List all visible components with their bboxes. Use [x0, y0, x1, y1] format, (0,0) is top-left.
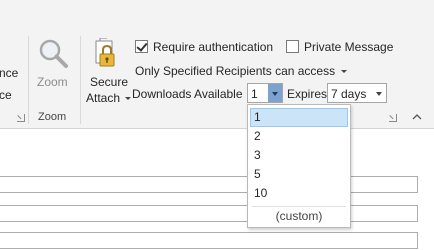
chevron-down-icon — [341, 70, 348, 74]
zoom-button[interactable]: Zoom — [34, 38, 74, 94]
secure-attach-label-line2: Attach — [86, 91, 121, 105]
checkbox-icon — [135, 40, 148, 53]
downloads-available-value: 1 — [251, 87, 258, 101]
downloads-options-menu: 1 2 3 5 10 (custom) — [247, 104, 351, 228]
group-launcher-icon[interactable] — [389, 114, 397, 122]
recipients-access-label: Only Specified Recipients can access — [135, 64, 336, 78]
truncated-ribbon-label-1[interactable]: nce — [0, 66, 18, 80]
zoom-button-label: Zoom — [37, 75, 68, 89]
menu-item-option-1[interactable]: 1 — [250, 108, 348, 127]
require-authentication-label: Require authentication — [153, 40, 274, 54]
recipients-access-dropdown[interactable]: Only Specified Recipients can access — [135, 64, 348, 78]
menu-item-option-3[interactable]: 3 — [250, 146, 348, 165]
padlock-attachment-icon — [95, 38, 115, 67]
expires-value: 7 days — [331, 87, 367, 101]
secure-attach-label-line1: Secure — [90, 75, 129, 89]
menu-item-option-2[interactable]: 2 — [250, 127, 348, 146]
message-field[interactable] — [0, 205, 418, 222]
collapse-ribbon-icon[interactable] — [412, 113, 422, 121]
expires-label: Expires — [287, 87, 328, 101]
secure-attach-button[interactable]: Secure Attach — [84, 38, 132, 106]
menu-item-option-5[interactable]: 5 — [250, 165, 348, 184]
checkmark-icon — [136, 40, 148, 52]
expires-dropdown-button[interactable] — [372, 84, 386, 102]
menu-item-option-10[interactable]: 10 — [250, 184, 348, 203]
zoom-group-label: Zoom — [38, 111, 67, 123]
message-field[interactable] — [0, 232, 418, 249]
private-message-label: Private Message — [304, 40, 394, 54]
downloads-available-combo[interactable]: 1 — [247, 83, 283, 103]
truncated-ribbon-label-2[interactable]: ce — [0, 88, 12, 102]
chevron-down-icon — [376, 92, 382, 96]
group-separator — [80, 36, 81, 124]
magnifier-icon — [39, 39, 68, 68]
checkbox-icon — [286, 40, 299, 53]
chevron-down-icon — [125, 97, 132, 101]
menu-item-custom[interactable]: (custom) — [250, 207, 348, 226]
group-launcher-icon[interactable] — [17, 114, 25, 122]
downloads-available-label: Downloads Available — [132, 87, 243, 101]
downloads-dropdown-button[interactable] — [268, 84, 282, 102]
message-field[interactable] — [0, 176, 418, 193]
chevron-down-icon — [272, 92, 278, 96]
group-separator — [28, 36, 29, 124]
expires-combo[interactable]: 7 days — [327, 83, 387, 103]
